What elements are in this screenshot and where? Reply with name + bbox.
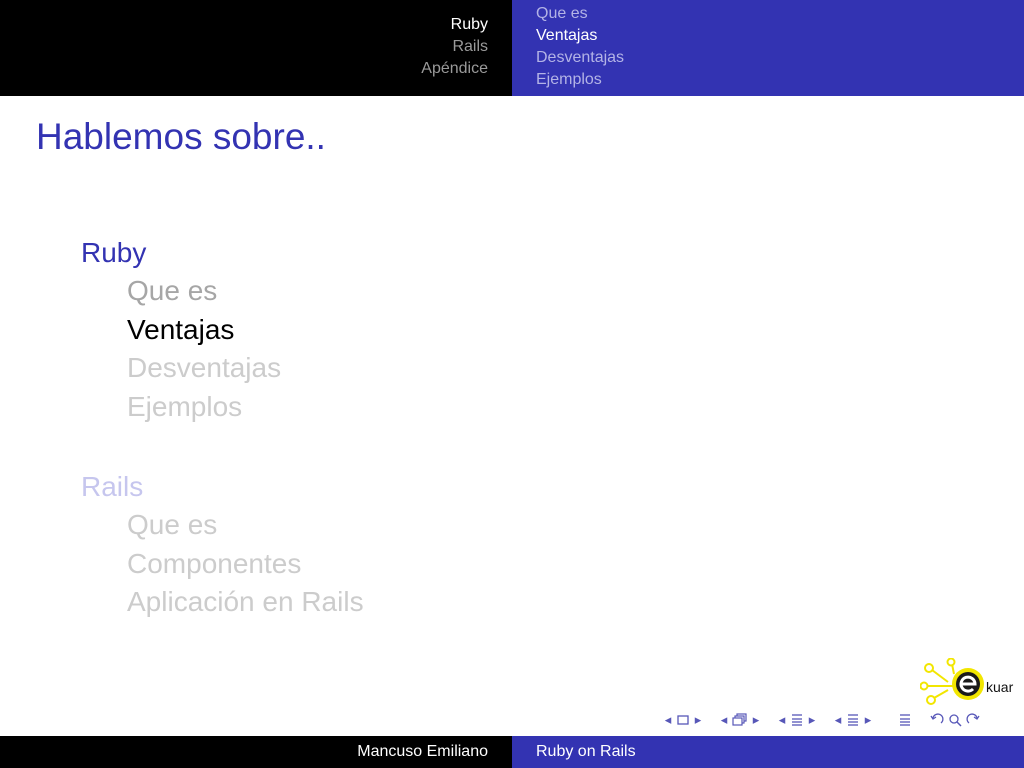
nav-forward-icon[interactable] (964, 713, 982, 727)
footer-author: Mancuso Emiliano (357, 743, 488, 760)
toc-section-rails[interactable]: Rails (81, 468, 364, 506)
toc-item-rails-que-es[interactable]: Que es (81, 506, 364, 545)
toc-item-ejemplos[interactable]: Ejemplos (81, 388, 364, 427)
toc-section-ruby[interactable]: Ruby (81, 234, 364, 272)
nav-doc-prev-icon[interactable]: ◂ (832, 712, 844, 728)
footer-title: Ruby on Rails (536, 743, 636, 760)
subsection-link-desventajas[interactable]: Desventajas (536, 47, 624, 69)
section-link-apendice[interactable]: Apéndice (421, 58, 488, 80)
nav-doc-icon[interactable] (844, 713, 862, 727)
frame-title: Hablemos sobre.. (36, 116, 326, 157)
nav-section-prev-icon[interactable]: ◂ (776, 712, 788, 728)
header-subsections-panel: Que es Ventajas Desventajas Ejemplos (512, 0, 1024, 96)
toc-item-desventajas[interactable]: Desventajas (81, 349, 364, 388)
toc-item-que-es[interactable]: Que es (81, 272, 364, 311)
toc-item-ventajas[interactable]: Ventajas (81, 311, 364, 350)
nav-frame-prev-icon[interactable]: ◂ (662, 712, 674, 728)
nav-subsection-next-icon[interactable]: ▸ (750, 712, 762, 728)
toc-item-componentes[interactable]: Componentes (81, 545, 364, 584)
nav-frame-icon[interactable] (674, 714, 692, 726)
nav-doc-next-icon[interactable]: ▸ (862, 712, 874, 728)
nav-section-next-icon[interactable]: ▸ (806, 712, 818, 728)
subsection-link-ejemplos[interactable]: Ejemplos (536, 69, 624, 91)
nav-subsection-prev-icon[interactable]: ◂ (718, 712, 730, 728)
nav-back-icon[interactable] (928, 713, 946, 727)
subsection-link-que-es[interactable]: Que es (536, 3, 624, 25)
section-link-ruby[interactable]: Ruby (421, 14, 488, 36)
subsection-link-ventajas[interactable]: Ventajas (536, 25, 624, 47)
toc-item-aplicacion[interactable]: Aplicación en Rails (81, 583, 364, 622)
ekuar-logo: kuar (919, 657, 1020, 706)
table-of-contents: Ruby Que es Ventajas Desventajas Ejemplo… (81, 234, 364, 622)
section-link-rails[interactable]: Rails (421, 36, 488, 58)
nav-search-icon[interactable] (946, 713, 964, 727)
subsection-nav: Que es Ventajas Desventajas Ejemplos (536, 3, 624, 91)
footer-title-panel: Ruby on Rails (512, 736, 1024, 768)
nav-frame-next-icon[interactable]: ▸ (692, 712, 704, 728)
nav-align-icon[interactable] (896, 713, 914, 727)
footer-author-panel: Mancuso Emiliano (0, 736, 512, 768)
header-bar: Ruby Rails Apéndice Que es Ventajas Desv… (0, 0, 1024, 96)
logo-text: kuar (986, 679, 1014, 695)
header-sections-panel: Ruby Rails Apéndice (0, 0, 512, 96)
nav-subsection-icon[interactable] (730, 713, 750, 727)
footer-bar: Mancuso Emiliano Ruby on Rails (0, 736, 1024, 768)
nav-section-icon[interactable] (788, 713, 806, 727)
beamer-navigation: ◂ ▸ ◂ ▸ ◂ ▸ ◂ ▸ (662, 710, 982, 730)
section-nav: Ruby Rails Apéndice (421, 14, 488, 80)
toc-gap (81, 426, 364, 468)
